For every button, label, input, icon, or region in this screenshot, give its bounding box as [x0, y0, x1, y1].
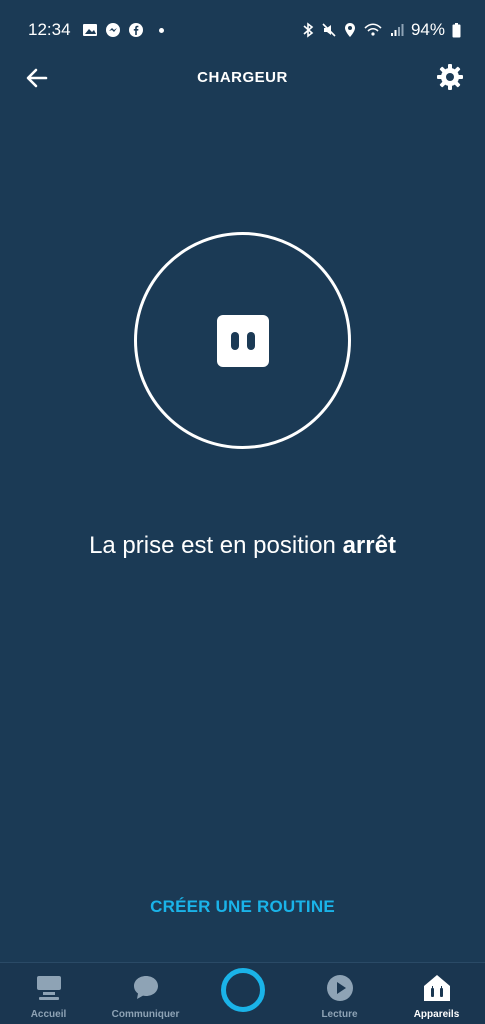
device-status-value: arrêt — [342, 532, 396, 559]
app-bar: CHARGEUR — [0, 52, 485, 102]
gear-icon — [437, 64, 463, 90]
status-right: 94% — [302, 20, 461, 40]
alexa-icon — [220, 968, 265, 1012]
location-icon — [344, 22, 356, 38]
facebook-icon — [128, 22, 144, 38]
devices-icon — [422, 971, 452, 1005]
alexa-button[interactable] — [194, 962, 291, 1024]
plug-icon — [216, 314, 269, 367]
device-status-prefix: La prise est en position — [89, 532, 343, 559]
messenger-icon — [105, 22, 121, 38]
battery-percent: 94% — [410, 20, 445, 39]
create-routine-link[interactable]: CRÉER UNE ROUTINE — [0, 897, 485, 917]
status-left: 12:34 — [28, 20, 164, 40]
nav-item-communicate[interactable]: Communiquer — [97, 962, 194, 1024]
signal-icon — [390, 23, 404, 37]
nav-item-home[interactable]: Accueil — [0, 962, 97, 1024]
plug-slot — [246, 331, 255, 350]
bottom-nav: Accueil Communiquer Lecture Appareils — [0, 962, 485, 1024]
battery-icon — [452, 22, 461, 38]
bluetooth-icon — [302, 22, 314, 38]
nav-label-devices: Appareils — [413, 1009, 460, 1020]
plug-slot — [230, 331, 239, 350]
power-toggle[interactable] — [134, 232, 351, 449]
wifi-icon — [363, 22, 383, 38]
page-title: CHARGEUR — [197, 68, 288, 86]
notification-dot — [158, 27, 164, 33]
nav-item-devices[interactable]: Appareils — [388, 962, 485, 1024]
status-bar: 12:34 94% — [0, 0, 485, 60]
nav-label-communicate: Communiquer — [111, 1009, 180, 1020]
chat-bubble-icon — [131, 971, 161, 1005]
status-time: 12:34 — [28, 20, 71, 39]
settings-button[interactable] — [435, 62, 465, 92]
back-button[interactable] — [24, 64, 52, 92]
gallery-icon — [82, 23, 98, 37]
device-status-text: La prise est en position arrêt — [0, 532, 485, 560]
play-icon — [325, 971, 355, 1005]
nav-label-home: Accueil — [30, 1009, 67, 1020]
nav-item-play[interactable]: Lecture — [291, 962, 388, 1024]
nav-label-play: Lecture — [321, 1009, 358, 1020]
arrow-left-icon — [26, 68, 48, 88]
screen: 12:34 94% CHARGEUR La prise est en posit… — [0, 0, 485, 1024]
home-icon — [34, 971, 64, 1005]
mute-icon — [321, 22, 337, 38]
